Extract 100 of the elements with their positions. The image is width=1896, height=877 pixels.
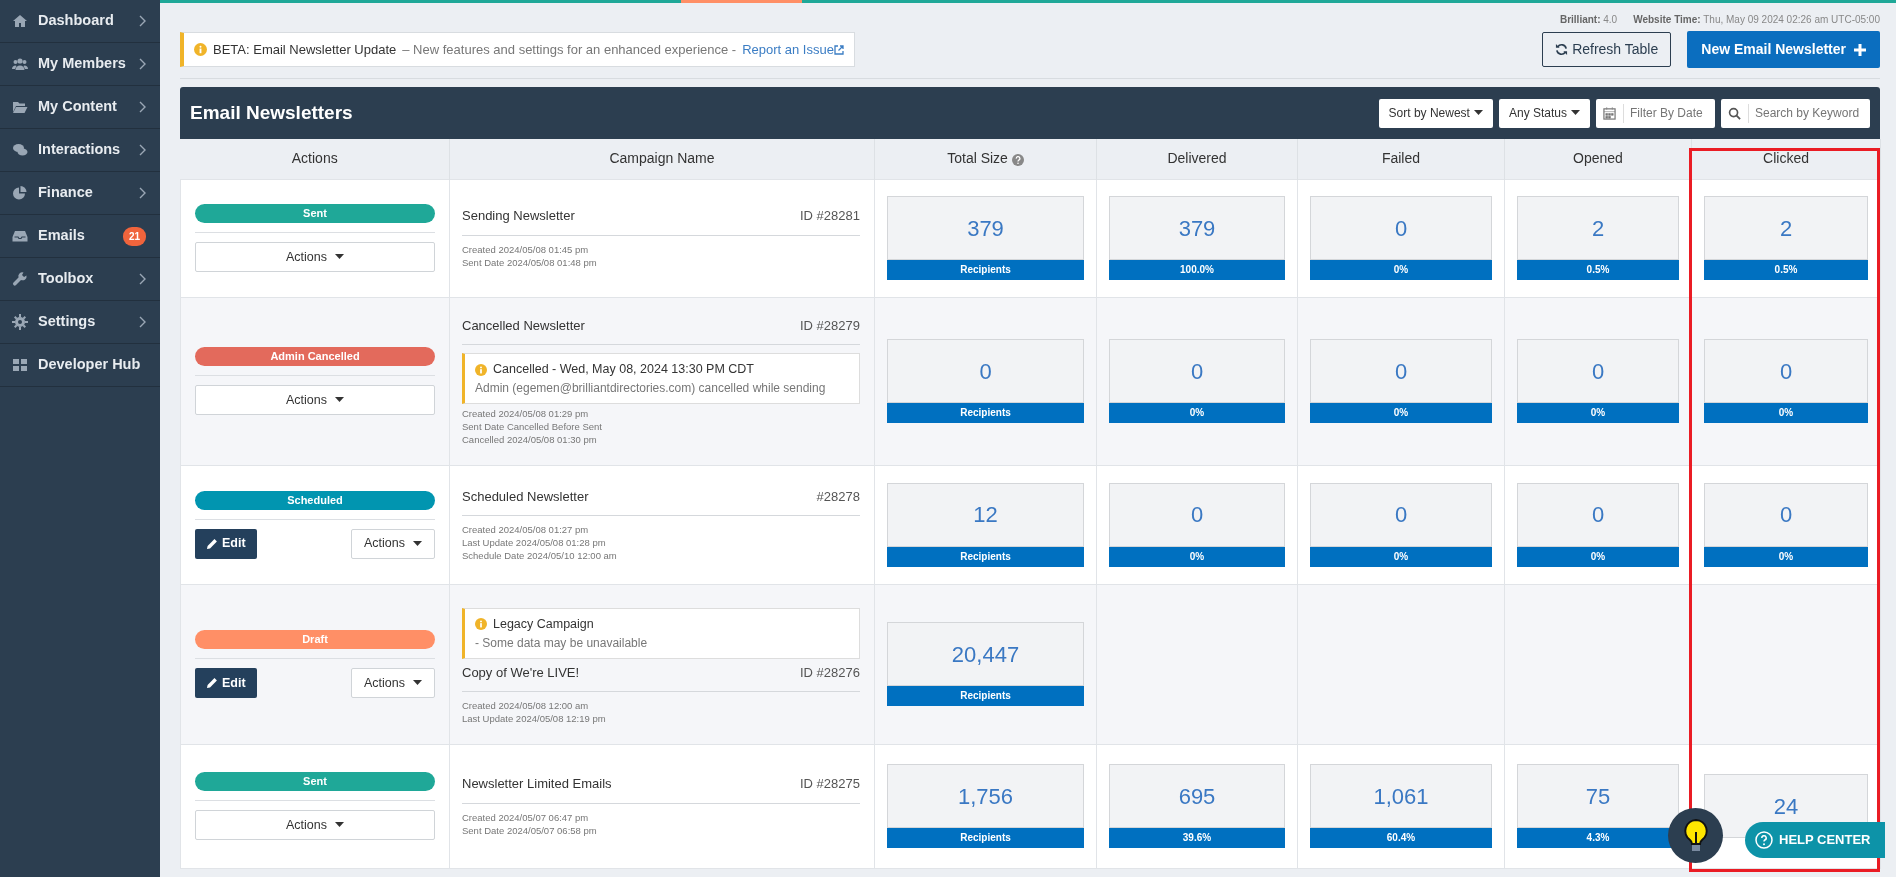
- sidebar-item[interactable]: Settings: [0, 301, 160, 344]
- stat-caption: 0.5%: [1704, 260, 1868, 280]
- actions-dropdown[interactable]: Actions: [195, 242, 435, 272]
- notice-text: Admin (egemen@brilliantdirectories.com) cancelled while sending: [475, 379, 827, 397]
- stat-caption: 0%: [1517, 403, 1679, 423]
- status-badge: Sent: [195, 204, 435, 223]
- sidebar-item[interactable]: Toolbox: [0, 258, 160, 301]
- campaign-name: Newsletter Limited Emails: [462, 775, 612, 794]
- caret-icon: [413, 540, 422, 547]
- stat-value: 695: [1109, 764, 1285, 828]
- refresh-table-button[interactable]: Refresh Table: [1542, 32, 1672, 67]
- date-text: Created 2024/05/08 01:29 pm: [462, 407, 590, 421]
- sidebar-item[interactable]: My Content: [0, 86, 160, 129]
- stat-value: 379: [1109, 196, 1285, 260]
- sidebar-item[interactable]: My Members: [0, 43, 160, 86]
- column-header: Clicked: [1691, 139, 1881, 179]
- stat-value: 0: [1704, 339, 1868, 403]
- actions-dropdown[interactable]: Actions: [195, 810, 435, 840]
- date-text: Last Update 2024/05/08 01:28 pm: [462, 536, 607, 550]
- stat-caption: 60.4%: [1310, 828, 1492, 848]
- calendar-icon: [1603, 106, 1616, 120]
- campaign-name: Sending Newsletter: [462, 207, 575, 226]
- refresh-icon: [1555, 43, 1569, 56]
- gear-icon: [12, 314, 28, 330]
- date-text: Created 2024/05/08 01:27 pm: [462, 524, 590, 537]
- help-icon: [1755, 831, 1773, 849]
- lightbulb-icon: [1681, 817, 1710, 854]
- stat-caption: Recipients: [887, 260, 1084, 280]
- stat-caption: 0%: [1310, 546, 1492, 567]
- campaign-name: Cancelled Newsletter: [462, 316, 585, 335]
- stat-caption: 0%: [1109, 403, 1285, 423]
- column-header: Failed: [1297, 139, 1505, 179]
- date-text: Sent Date 2024/05/08 01:48 pm: [462, 256, 598, 270]
- status-badge: Admin Cancelled: [195, 347, 435, 366]
- column-header: Campaign Name: [449, 139, 875, 179]
- stat-caption: 0%: [1310, 403, 1492, 423]
- wrench-icon: [12, 271, 28, 287]
- edit-button[interactable]: Edit: [195, 528, 257, 559]
- website-time-text: Website Time: Thu, May 09 2024 02:26 am UTC-05:00: [1633, 14, 1880, 25]
- stat-caption: 0%: [1517, 546, 1679, 567]
- stat-value: 0: [1517, 482, 1679, 547]
- campaign-id: ID #28279: [800, 316, 860, 335]
- sort-dropdown[interactable]: Sort by Newest: [1378, 98, 1493, 128]
- stat-value: 2: [1704, 196, 1868, 260]
- sidebar-item[interactable]: Developer Hub: [0, 344, 160, 387]
- pencil-icon: [206, 537, 218, 550]
- sidebar-item[interactable]: Interactions: [0, 129, 160, 172]
- date-filter-field[interactable]: Filter By Date: [1596, 98, 1715, 128]
- stat-caption: 100.0%: [1109, 260, 1285, 280]
- notice-title: Cancelled - Wed, May 08, 2024 13:30 PM CDT: [493, 361, 754, 379]
- status-dropdown[interactable]: Any Status: [1498, 98, 1590, 128]
- help-center-button[interactable]: HELP CENTER: [1745, 822, 1885, 858]
- pie-chart-icon: [12, 185, 28, 201]
- stat-value: 0: [1310, 339, 1492, 403]
- report-issue-link[interactable]: Report an Issue: [742, 39, 844, 60]
- status-badge: Sent: [195, 772, 435, 791]
- actions-dropdown[interactable]: Actions: [351, 668, 435, 698]
- banner-text: – New features and settings for an enhanced experience -: [402, 40, 737, 59]
- stat-caption: 0%: [1704, 403, 1868, 423]
- edit-button[interactable]: Edit: [195, 668, 257, 698]
- campaign-name: Copy of We're LIVE!: [462, 663, 580, 682]
- stat-value: 379: [887, 196, 1084, 260]
- actions-dropdown[interactable]: Actions: [195, 385, 435, 415]
- sidebar-item[interactable]: Emails 21: [0, 215, 160, 258]
- search-field[interactable]: Search by Keyword: [1721, 98, 1870, 128]
- notice-title: Legacy Campaign: [493, 616, 594, 634]
- date-text: Created 2024/05/08 01:45 pm: [462, 243, 590, 257]
- stat-caption: 0%: [1310, 260, 1492, 280]
- grid-icon: [12, 357, 28, 373]
- stat-value: 1,756: [887, 764, 1084, 828]
- new-newsletter-button[interactable]: New Email Newsletter: [1687, 31, 1880, 68]
- date-text: Created 2024/05/07 06:47 pm: [462, 811, 590, 825]
- caret-icon: [1473, 110, 1483, 116]
- banner-title: BETA: Email Newsletter Update: [213, 40, 397, 59]
- stat-value: 1,061: [1310, 764, 1492, 828]
- caret-icon: [413, 680, 422, 686]
- stat-value: 0: [1109, 339, 1285, 403]
- column-header: Actions: [180, 139, 450, 179]
- chat-icon: [12, 142, 28, 158]
- sidebar-item[interactable]: Finance: [0, 172, 160, 215]
- campaign-id: ID #28275: [800, 775, 860, 794]
- stat-caption: Recipients: [887, 546, 1084, 567]
- stat-caption: 0.5%: [1517, 260, 1679, 280]
- stat-value: 2: [1517, 196, 1679, 260]
- status-badge: Draft: [195, 630, 435, 649]
- folder-icon: [12, 99, 28, 115]
- notice-text: - Some data may be unavailable: [475, 634, 649, 652]
- status-badge: Scheduled: [195, 490, 435, 510]
- stat-caption: 0%: [1109, 546, 1285, 567]
- actions-dropdown[interactable]: Actions: [351, 528, 435, 559]
- caret-icon: [335, 822, 344, 828]
- stat-caption: 0%: [1704, 546, 1868, 567]
- campaign-id: #28278: [816, 487, 860, 506]
- date-text: Sent Date 2024/05/07 06:58 pm: [462, 824, 598, 838]
- users-icon: [12, 56, 28, 72]
- caret-icon: [335, 254, 344, 260]
- sidebar-item[interactable]: Dashboard: [0, 0, 160, 43]
- stat-caption: 39.6%: [1109, 828, 1285, 848]
- date-text: Schedule Date 2024/05/10 12:00 am: [462, 549, 618, 563]
- stat-value: 12: [887, 482, 1084, 547]
